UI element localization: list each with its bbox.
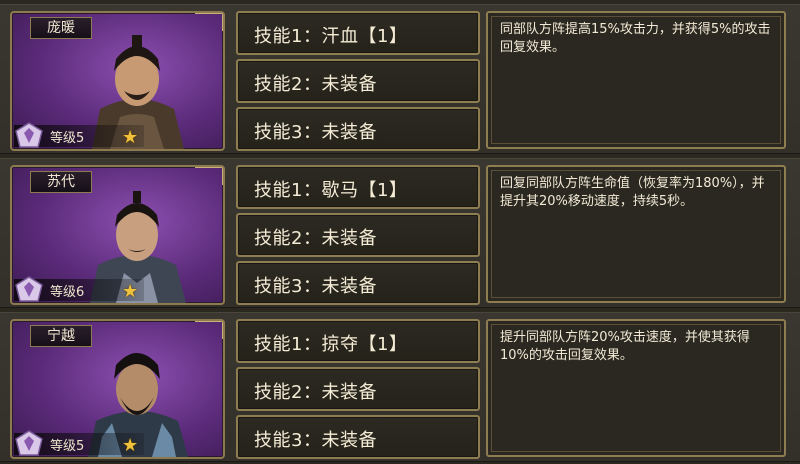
skill-description-panel: 回复同部队方阵生命值（恢复率为180%），并提升其20%移动速度，持续5秒。 xyxy=(486,165,786,303)
level-emblem-icon xyxy=(15,122,43,148)
level-emblem-icon xyxy=(15,430,43,456)
skill-description: 提升同部队方阵20%攻击速度，并使其获得10%的攻击回复效果。 xyxy=(500,330,750,363)
hero-level: 等级6 xyxy=(50,285,85,300)
skill-slot-1[interactable]: 技能1：汗血【1】 xyxy=(236,11,480,55)
hero-portrait-2[interactable]: 苏代 等级6 ★ xyxy=(10,165,225,305)
skill-description: 回复同部队方阵生命值（恢复率为180%），并提升其20%移动速度，持续5秒。 xyxy=(500,176,765,209)
skill-slot-2[interactable]: 技能2：未装备 xyxy=(236,213,480,257)
skill-label: 技能2：未装备 xyxy=(254,228,377,249)
hero-name: 苏代 xyxy=(30,171,92,193)
skill-label: 技能2：未装备 xyxy=(254,74,377,95)
hero-level: 等级5 xyxy=(50,439,85,454)
hero-level: 等级5 xyxy=(50,131,85,146)
hero-portrait-3[interactable]: 宁越 等级5 ★ xyxy=(10,319,225,459)
skill-label: 技能3：未装备 xyxy=(254,276,377,297)
skill-slot-2[interactable]: 技能2：未装备 xyxy=(236,367,480,411)
frame-corner xyxy=(195,13,223,31)
hero-row-2: 苏代 等级6 ★ 技能1：歇马【1】 技能2：未装备 技能3：未装备 回复同部队… xyxy=(0,158,800,308)
skill-slot-1[interactable]: 技能1：掠夺【1】 xyxy=(236,319,480,363)
skill-label: 技能1：掠夺【1】 xyxy=(254,334,408,355)
skill-label: 技能3：未装备 xyxy=(254,122,377,143)
skill-slot-3[interactable]: 技能3：未装备 xyxy=(236,415,480,459)
star-icon: ★ xyxy=(122,281,139,302)
frame-corner xyxy=(195,321,223,339)
skill-label: 技能2：未装备 xyxy=(254,382,377,403)
skill-slot-3[interactable]: 技能3：未装备 xyxy=(236,107,480,151)
skill-label: 技能3：未装备 xyxy=(254,430,377,451)
hero-row-1: 庞暖 等级5 ★ 技能1：汗血【1】 技能2：未装备 技能3：未装备 同部队方阵… xyxy=(0,4,800,154)
star-icon: ★ xyxy=(122,435,139,456)
level-emblem-icon xyxy=(15,276,43,302)
hero-name: 宁越 xyxy=(30,325,92,347)
hero-name: 庞暖 xyxy=(30,17,92,39)
skill-description-panel: 同部队方阵提高15%攻击力，并获得5%的攻击回复效果。 xyxy=(486,11,786,149)
skill-slot-1[interactable]: 技能1：歇马【1】 xyxy=(236,165,480,209)
hero-portrait-1[interactable]: 庞暖 等级5 ★ xyxy=(10,11,225,151)
star-icon: ★ xyxy=(122,127,139,148)
skill-slot-3[interactable]: 技能3：未装备 xyxy=(236,261,480,305)
frame-corner xyxy=(195,167,223,185)
skill-description: 同部队方阵提高15%攻击力，并获得5%的攻击回复效果。 xyxy=(500,22,771,55)
hero-row-3: 宁越 等级5 ★ 技能1：掠夺【1】 技能2：未装备 技能3：未装备 提升同部队… xyxy=(0,312,800,462)
skill-description-panel: 提升同部队方阵20%攻击速度，并使其获得10%的攻击回复效果。 xyxy=(486,319,786,457)
skill-label: 技能1：汗血【1】 xyxy=(254,26,408,47)
skill-slot-2[interactable]: 技能2：未装备 xyxy=(236,59,480,103)
skill-label: 技能1：歇马【1】 xyxy=(254,180,408,201)
